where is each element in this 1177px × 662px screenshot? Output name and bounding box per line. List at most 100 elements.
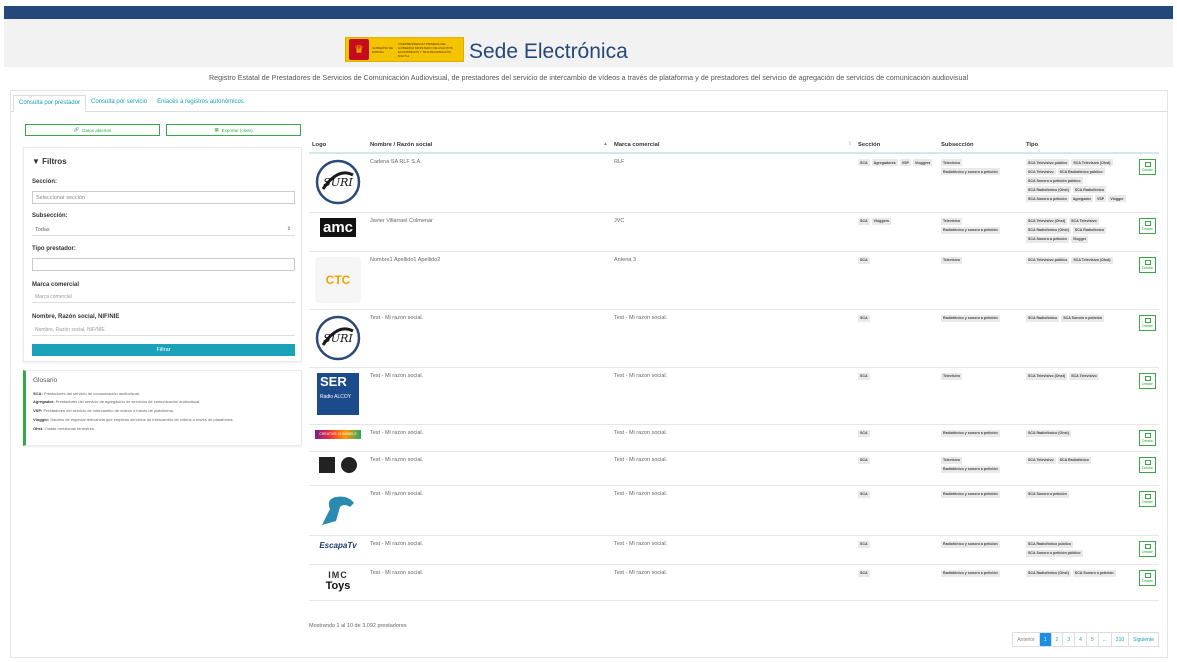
detail-icon bbox=[1144, 220, 1151, 226]
page-2[interactable]: 2 bbox=[1050, 633, 1063, 646]
provider-logo: SURI bbox=[312, 159, 364, 205]
marca-label: Marca comercial bbox=[32, 282, 80, 288]
col-marca-label: Marca comercial bbox=[614, 141, 660, 148]
nombre-input[interactable]: Nombre, Razón social, NIF/NIE bbox=[32, 324, 295, 336]
glossary-text: Prestadores del servicio de agregación d… bbox=[55, 399, 201, 404]
subseccion-badge: Televisivo bbox=[941, 372, 963, 380]
table-row[interactable]: CTC Nombre1 Apellido1 Apellido2 Antena 3 SC… bbox=[309, 251, 1159, 310]
tipo-cell: SCA Radiofónico públicoSCA Sonoro a peti… bbox=[1023, 535, 1133, 565]
subseccion-badge: Radiofónico y sonoro a petición bbox=[941, 569, 1000, 577]
seccion-cell: SCA bbox=[855, 535, 938, 565]
glossary-text: Usuario de especial relevancia que emple… bbox=[50, 417, 234, 422]
subseccion-cell: Radiofónico y sonoro a petición bbox=[938, 309, 1023, 368]
detail-icon bbox=[1144, 493, 1151, 499]
tipo-badge: SCA Televisivo bbox=[1069, 217, 1099, 225]
page-5[interactable]: 5 bbox=[1085, 633, 1098, 646]
page-prev[interactable]: Anterior bbox=[1013, 633, 1039, 646]
col-nombre[interactable]: Nombre / Razón social ▲ bbox=[367, 137, 611, 154]
detail-button[interactable]: Detalle bbox=[1139, 159, 1156, 175]
nombre-cell: Javier Villarrael Colmenar bbox=[367, 212, 611, 252]
subseccion-cell: TelevisivoRadiofónico y sonoro a petició… bbox=[938, 212, 1023, 252]
logo-ministerio-text: VICEPRESIDENCIA PRIMERA DEL GOBIERNO MIN… bbox=[398, 41, 453, 58]
marca-cell: Test - Mi razon social. bbox=[611, 367, 855, 425]
seccion-cell: SCA bbox=[855, 251, 938, 310]
page-310[interactable]: 310 bbox=[1110, 633, 1129, 646]
detail-icon bbox=[1144, 375, 1151, 381]
nombre-cell: Nombre1 Apellido1 Apellido2 bbox=[367, 251, 611, 310]
sort-icon[interactable]: ⇕ bbox=[848, 141, 852, 147]
sort-asc-icon[interactable]: ▲ bbox=[603, 141, 608, 147]
detail-button[interactable]: Detalle bbox=[1139, 490, 1156, 507]
glossary-item: Vlogger: Usuario de especial relevancia … bbox=[33, 417, 234, 422]
nombre-cell: Test - Mi razon social. bbox=[367, 309, 611, 368]
actions-cell: Detalle bbox=[1133, 309, 1159, 368]
table-row[interactable]: EscapaTv Test - Mi razon social. Test - Mi… bbox=[309, 535, 1159, 565]
col-tipo: Tipo bbox=[1023, 137, 1133, 154]
tab-enlaces-registros[interactable]: Enlaces a registros autonómicos bbox=[152, 95, 249, 112]
page-next[interactable]: Siguiente bbox=[1128, 633, 1158, 646]
subseccion-select[interactable]: Todas ⇕ bbox=[32, 224, 295, 236]
subseccion-badge: Televisivo bbox=[941, 217, 963, 225]
table-row[interactable]: SURI Test - Mi razon social. Test - Mi raz… bbox=[309, 309, 1159, 368]
marca-input[interactable]: Marca comercial bbox=[32, 291, 295, 303]
detail-button[interactable]: Detalle bbox=[1139, 256, 1156, 273]
detail-label: Detalle bbox=[1142, 323, 1153, 328]
table-row[interactable]: amc Javier Villarrael Colmenar JVC SCA Vlogg… bbox=[309, 212, 1159, 252]
tipo-badge: SCA Televisivo (Ohst) bbox=[1026, 217, 1068, 225]
seccion-badge: VSP bbox=[899, 159, 911, 166]
table-row[interactable]: SURI Cadena SA RLF S.A. RLF SCA Agregadores V… bbox=[309, 153, 1159, 213]
tab-consulta-prestador[interactable]: Consulta por prestador bbox=[13, 95, 87, 112]
tipo-badge: SCA Radiofónico bbox=[1057, 456, 1091, 464]
detail-button[interactable]: Detalle bbox=[1139, 429, 1156, 446]
tipo-prestador-input[interactable] bbox=[32, 258, 295, 271]
export-label: Exportar (clear) bbox=[221, 127, 253, 133]
tab-consulta-servicio[interactable]: Consulta por servicio bbox=[86, 95, 152, 112]
table-row[interactable]: Test - Mi razon social. Test - Mi razon s… bbox=[309, 485, 1159, 536]
page-1[interactable]: 1 bbox=[1038, 633, 1051, 646]
subseccion-badge: Radiofónico y sonoro a petición bbox=[941, 226, 1000, 234]
actions-cell: Detalle bbox=[1133, 424, 1159, 452]
detail-icon bbox=[1144, 162, 1151, 167]
subseccion-badge: Radiofónico y sonoro a petición bbox=[941, 465, 1000, 473]
tipo-badge: Agregador bbox=[1070, 195, 1093, 202]
tipo-badge: SCA Sonoro a petición público bbox=[1026, 177, 1083, 184]
tipo-cell: SCA Televisivo (Ohst) SCA Televisivo bbox=[1023, 367, 1133, 425]
gobierno-logo[interactable]: ♛ GOBIERNO DE ESPAÑA VICEPRESIDENCIA PRI… bbox=[345, 37, 464, 62]
page-3[interactable]: 3 bbox=[1062, 633, 1075, 646]
detail-button[interactable]: Detalle bbox=[1139, 456, 1156, 473]
nombre-cell: Test - Mi razon social. bbox=[367, 564, 611, 601]
actions-cell: Detalle bbox=[1133, 212, 1159, 252]
subseccion-badge: Televisivo bbox=[941, 456, 963, 464]
table-row[interactable]: Test - Mi razon social. Test - Mi razon s… bbox=[309, 451, 1159, 486]
logo-cell bbox=[309, 485, 367, 536]
col-seccion: Sección bbox=[855, 137, 938, 154]
seccion-cell: SCA Vloggers bbox=[855, 212, 938, 252]
table-row[interactable]: SER Radio ALCOY Test - Mi razon social. Tes… bbox=[309, 367, 1159, 425]
filter-button[interactable]: Filtrar bbox=[32, 344, 295, 356]
crest-icon: ♛ bbox=[349, 39, 369, 60]
seccion-label: Sección: bbox=[32, 179, 58, 185]
detail-button[interactable]: Detalle bbox=[1139, 314, 1156, 331]
detail-button[interactable]: Detalle bbox=[1139, 540, 1156, 557]
seccion-badge: SCA bbox=[858, 490, 870, 498]
seccion-select[interactable]: Seleccionar sección bbox=[32, 191, 295, 204]
top-bar bbox=[4, 6, 1173, 19]
table-row[interactable]: IMC Toys Test - Mi razon social. Test - Mi … bbox=[309, 564, 1159, 601]
page-4[interactable]: 4 bbox=[1074, 633, 1086, 646]
export-button[interactable]: ▦ Exportar (clear) bbox=[166, 124, 301, 136]
col-marca[interactable]: Marca comercial ⇕ bbox=[611, 137, 855, 154]
detail-button[interactable]: Detalle bbox=[1139, 217, 1156, 234]
filters-title: ▼ Filtros bbox=[32, 157, 67, 166]
detail-button[interactable]: Detalle bbox=[1139, 569, 1156, 586]
seccion-badge: SCA bbox=[858, 372, 870, 380]
provider-logo: SER Radio ALCOY bbox=[312, 372, 364, 415]
tipo-badge: Vlogger bbox=[1070, 235, 1089, 243]
open-data-button[interactable]: 🔗 Datos abiertos bbox=[25, 124, 160, 136]
tipo-badge: SCA Sonoro a petición bbox=[1061, 314, 1105, 322]
detail-label: Detalle bbox=[1142, 168, 1153, 172]
logo-gobierno-text: GOBIERNO DE ESPAÑA bbox=[372, 45, 394, 54]
table-row[interactable]: CREATIVE CHANNELS Test - Mi razon social.… bbox=[309, 424, 1159, 452]
table-body: SURI Cadena SA RLF S.A. RLF SCA Agregadores V… bbox=[309, 153, 1159, 601]
seccion-badge: SCA bbox=[858, 540, 870, 548]
detail-button[interactable]: Detalle bbox=[1139, 372, 1156, 389]
